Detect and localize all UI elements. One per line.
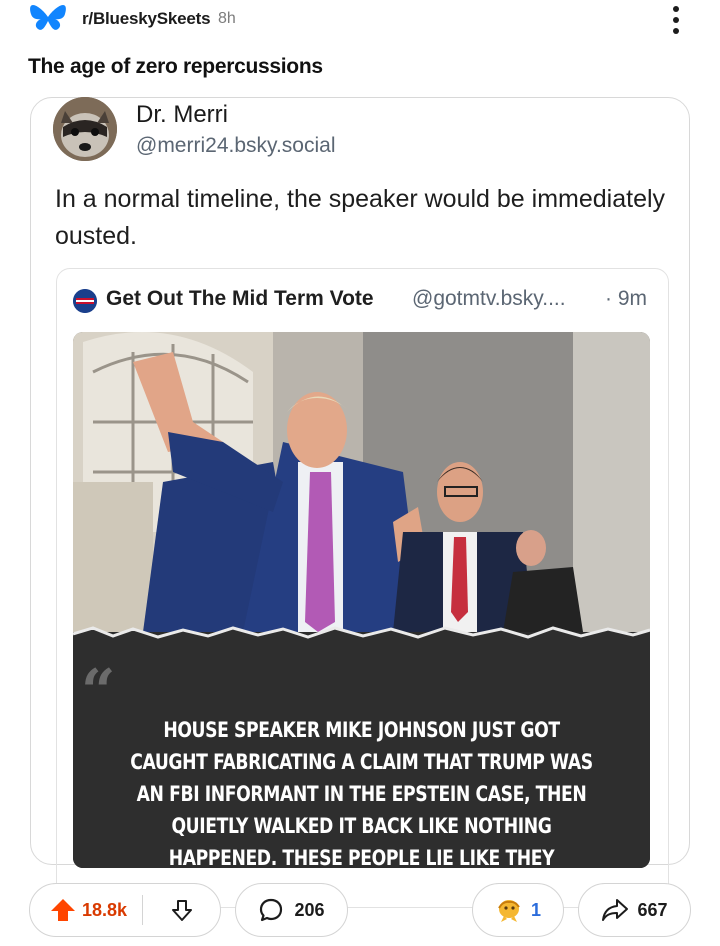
post-age: 8h	[218, 10, 236, 27]
subreddit-name[interactable]: r/BlueskySkeets	[82, 9, 211, 29]
vote-badge-icon	[73, 289, 97, 313]
share-count: 667	[637, 899, 668, 920]
quote-author-avatar[interactable]	[73, 289, 97, 313]
quote-author-handle[interactable]: @gotmtv.bsky....	[412, 287, 566, 311]
image-caption: HOUSE SPEAKER MIKE JOHNSON JUST GOT CAUG…	[130, 718, 593, 868]
quote-time: · 9m	[605, 287, 647, 310]
quote-mark-icon: “	[81, 657, 116, 727]
butterfly-icon	[30, 5, 66, 30]
comments-button[interactable]: 206	[235, 883, 348, 937]
downvote-icon	[171, 900, 192, 921]
quote-author-name[interactable]: Get Out The Mid Term Vote	[106, 287, 374, 311]
author-name[interactable]: Dr. Merri	[136, 101, 228, 129]
post-text: In a normal timeline, the speaker would …	[55, 185, 666, 250]
raccoon-avatar-image	[53, 97, 117, 161]
author-avatar[interactable]	[53, 97, 117, 161]
author-handle[interactable]: @merri24.bsky.social	[136, 134, 335, 158]
comment-count: 206	[294, 899, 325, 920]
award-button[interactable]: 1	[472, 883, 564, 937]
upvote-icon	[51, 899, 75, 921]
share-button[interactable]: 667	[578, 883, 691, 937]
vote-bar: 18.8k	[29, 883, 221, 937]
award-icon	[498, 900, 520, 922]
subreddit-icon[interactable]	[28, 2, 68, 36]
quote-image[interactable]: “ HOUSE SPEAKER MIKE JOHNSON JUST GOT CA…	[73, 332, 650, 868]
comment-icon	[260, 898, 283, 922]
downvote-button[interactable]	[143, 898, 220, 922]
award-count: 1	[530, 899, 541, 920]
post-title[interactable]: The age of zero repercussions	[28, 55, 323, 79]
share-icon	[602, 899, 629, 921]
upvote-count: 18.8k	[82, 899, 128, 920]
kebab-menu-icon[interactable]	[664, 2, 688, 38]
